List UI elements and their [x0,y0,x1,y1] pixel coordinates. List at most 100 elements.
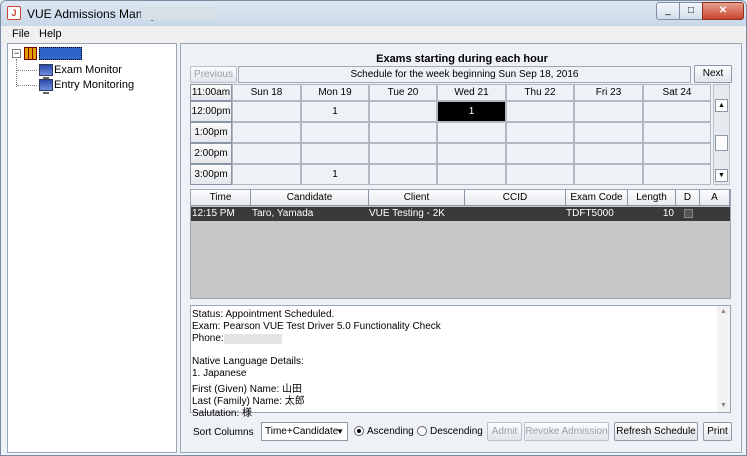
minimize-button[interactable]: _ [656,2,680,20]
calendar-cell[interactable] [437,143,506,164]
scroll-down-icon[interactable]: ▼ [720,402,727,409]
calendar-cell[interactable] [506,122,574,143]
time-row-header: 1:00pm [190,122,232,143]
monitor-icon [39,64,53,79]
cell-time: 12:15 PM [192,208,235,219]
details-scrollbar[interactable]: ▲ ▼ [717,306,730,412]
menu-help[interactable]: Help [39,28,62,40]
calendar-cell[interactable] [232,122,301,143]
detail-phone: Phone: [192,333,224,344]
refresh-schedule-button[interactable]: Refresh Schedule [614,422,698,441]
column-header-exam-code[interactable]: Exam Code [566,190,628,206]
maximize-button[interactable]: □ [679,2,703,20]
ascending-label: Ascending [367,426,414,437]
cell-client: VUE Testing - 2K [369,208,445,219]
previous-week-button[interactable]: Previous [190,66,237,83]
calendar-cell[interactable] [369,164,437,185]
column-header-time[interactable]: Time [191,190,251,206]
day-header: Wed 21 [437,84,506,101]
calendar-cell[interactable] [574,143,643,164]
calendar-cell-selected[interactable]: 1 [437,101,506,122]
close-button[interactable]: ✕ [702,2,744,20]
calendar-cell[interactable] [301,143,369,164]
calendar-cell[interactable] [437,164,506,185]
detail-status: Status: Appointment Scheduled. [192,309,335,320]
calendar-cell[interactable] [369,101,437,122]
menu-bar: File Help [1,26,746,44]
calendar-cell[interactable] [369,143,437,164]
calendar-cell[interactable] [574,101,643,122]
column-header-a[interactable]: A [700,190,730,206]
collapse-toggle-icon[interactable]: − [12,49,21,58]
column-header-ccid[interactable]: CCID [465,190,566,206]
column-header-d[interactable]: D [676,190,700,206]
tree-item-exam-monitor[interactable]: Exam Monitor [54,64,122,76]
app-window: J VUE Admissions Manager _ □ ✕ File Help… [0,0,747,456]
title-bar[interactable]: J VUE Admissions Manager _ □ ✕ [1,1,746,26]
tree-connector [17,85,37,86]
appointment-details: Status: Appointment Scheduled. Exam: Pea… [190,305,731,419]
calendar-cell[interactable] [643,101,711,122]
calendar-cell[interactable]: 1 [301,164,369,185]
calendar-grid-icon [24,47,37,60]
calendar-cell[interactable] [232,143,301,164]
scroll-thumb[interactable] [715,135,728,151]
detail-language: 1. Japanese [192,368,247,379]
day-header: Tue 20 [369,84,437,101]
cell-length: 10 [662,208,674,219]
column-header-client[interactable]: Client [369,190,465,206]
bottom-controls: Sort Columns Time+Candidate ▼ Ascending … [181,417,741,447]
descending-radio[interactable] [417,426,427,436]
scroll-up-icon[interactable]: ▲ [715,99,728,112]
scroll-up-icon[interactable]: ▲ [720,308,727,315]
calendar-cell[interactable] [232,101,301,122]
time-row-header: 2:00pm [190,143,232,164]
time-row-header: 12:00pm [190,101,232,122]
column-header-candidate[interactable]: Candidate [251,190,369,206]
calendar-scrollbar[interactable]: ▲ ▼ [713,84,730,185]
schedule-panel: Exams starting during each hour Previous… [180,43,742,453]
menu-file[interactable]: File [12,28,30,40]
calendar-cell[interactable] [437,122,506,143]
calendar-cell[interactable] [643,164,711,185]
calendar-corner-time: 11:00am [190,84,232,101]
calendar-cell[interactable] [506,164,574,185]
calendar-cell[interactable] [506,143,574,164]
calendar-cell[interactable] [232,164,301,185]
next-week-button[interactable]: Next [694,65,732,83]
ascending-radio[interactable] [354,426,364,436]
cell-exam-code: TDFT5000 [566,208,614,219]
tree-connector [16,59,17,87]
day-header: Fri 23 [574,84,643,101]
calendar-cell[interactable] [574,122,643,143]
calendar-cell[interactable]: 1 [301,101,369,122]
column-header-length[interactable]: Length [628,190,676,206]
calendar-cell[interactable] [506,101,574,122]
tree-connector [17,70,37,71]
tree-root-selected[interactable] [39,47,82,60]
descending-label: Descending [430,426,483,437]
table-row[interactable]: 12:15 PM Taro, Yamada VUE Testing - 2K T… [191,207,730,221]
redacted-phone [224,334,282,344]
scroll-down-icon[interactable]: ▼ [715,169,728,182]
admit-button[interactable]: Admit [487,422,522,441]
calendar-cell[interactable] [369,122,437,143]
java-icon: J [7,6,21,20]
detail-exam: Exam: Pearson VUE Test Driver 5.0 Functi… [192,321,441,332]
calendar-grid: 11:00am Sun 18 Mon 19 Tue 20 Wed 21 Thu … [190,84,712,185]
time-row-header: 3:00pm [190,164,232,185]
cell-candidate: Taro, Yamada [252,208,314,219]
calendar-cell[interactable] [643,143,711,164]
calendar-cell[interactable] [643,122,711,143]
sort-columns-select[interactable]: Time+Candidate ▼ [261,422,348,441]
d-checkbox[interactable] [684,209,693,218]
calendar-cell[interactable] [301,122,369,143]
calendar-cell[interactable] [574,164,643,185]
navigation-tree: − Exam Monitor Entry Monitoring [7,43,177,453]
tree-item-entry-monitoring[interactable]: Entry Monitoring [54,79,134,91]
print-button[interactable]: Print [703,422,732,441]
day-header: Mon 19 [301,84,369,101]
monitor-icon [39,79,53,94]
revoke-admission-button[interactable]: Revoke Admission [524,422,609,441]
sort-columns-label: Sort Columns [193,427,254,438]
